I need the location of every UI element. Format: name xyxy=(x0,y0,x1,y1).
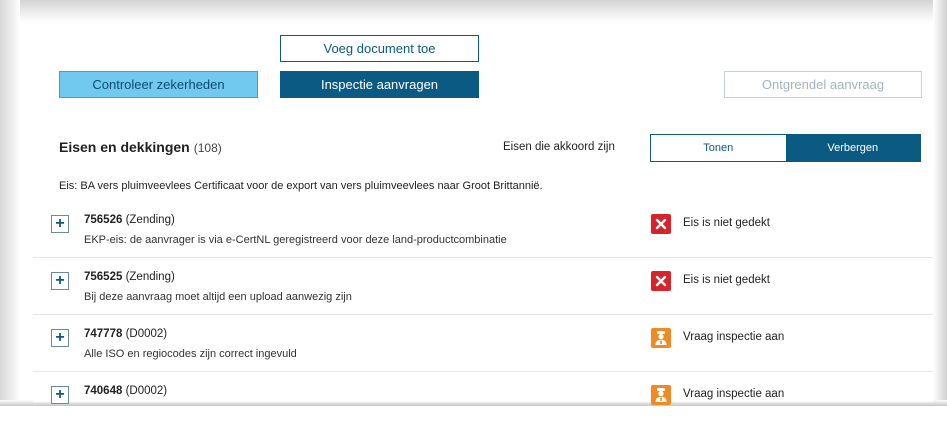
inspector-icon xyxy=(651,385,671,405)
request-inspection-button[interactable]: Inspectie aanvragen xyxy=(280,71,479,98)
expand-plus-icon[interactable]: + xyxy=(51,272,69,290)
requirement-id-line: 756525 (Zending) xyxy=(84,271,175,283)
approved-requirements-label: Eisen die akkoord zijn xyxy=(503,141,615,153)
expand-plus-icon[interactable]: + xyxy=(51,215,69,233)
window-shadow-top xyxy=(0,0,947,22)
requirement-id: 740648 xyxy=(84,385,123,397)
check-certainties-button[interactable]: Controleer zekerheden xyxy=(59,71,258,98)
requirement-row: + 756525 (Zending) Bij deze aanvraag moe… xyxy=(33,258,933,315)
unlock-request-button[interactable]: Ontgrendel aanvraag xyxy=(724,71,922,98)
section-title-text: Eisen en dekkingen xyxy=(59,139,190,155)
expand-plus-icon[interactable]: + xyxy=(51,386,69,404)
requirement-row: + 756526 (Zending) EKP-eis: de aanvrager… xyxy=(33,201,933,258)
requirements-panel: Voeg document toe Controleer zekerheden … xyxy=(33,24,933,405)
toggle-hide-button[interactable]: Verbergen xyxy=(785,135,920,161)
requirement-type: (D0002) xyxy=(125,385,168,397)
requirement-row: + 747778 (D0002) Alle ISO en regiocodes … xyxy=(33,315,933,372)
requirements-list: + 756526 (Zending) EKP-eis: de aanvrager… xyxy=(33,201,933,428)
requirement-type: (D0002) xyxy=(125,328,168,340)
requirement-row-description: Bij deze aanvraag moet altijd een upload… xyxy=(84,291,352,303)
requirement-id-line: 756526 (Zending) xyxy=(84,214,175,226)
requirement-id: 756526 xyxy=(84,214,123,226)
requirements-count: (108) xyxy=(193,141,222,155)
approved-requirements-toggle: Tonen Verbergen xyxy=(650,134,921,162)
inspector-icon xyxy=(651,328,671,348)
status-text: Eis is niet gedekt xyxy=(683,217,770,229)
window-shadow-right xyxy=(933,0,947,406)
section-title: Eisen en dekkingen (108) xyxy=(59,139,222,155)
status-text: Vraag inspectie aan xyxy=(683,388,785,400)
requirement-id-line: 747778 (D0002) xyxy=(84,328,167,340)
window-shadow-left xyxy=(0,0,20,406)
add-document-button[interactable]: Voeg document toe xyxy=(280,35,479,62)
status-text: Eis is niet gedekt xyxy=(683,274,770,286)
toggle-show-button[interactable]: Tonen xyxy=(651,135,786,161)
requirement-id: 747778 xyxy=(84,328,123,340)
requirement-row-description: Alle ISO en regiocodes zijn correct inge… xyxy=(84,348,297,360)
requirement-id-line: 740648 (D0002) xyxy=(84,385,167,397)
requirement-row: + 740648 (D0002) Vraag inspectie aan xyxy=(33,372,933,428)
requirement-row-description: EKP-eis: de aanvrager is via e-CertNL ge… xyxy=(84,234,507,246)
requirement-type: (Zending) xyxy=(125,271,175,283)
requirement-type: (Zending) xyxy=(125,214,175,226)
expand-plus-icon[interactable]: + xyxy=(51,329,69,347)
status-text: Vraag inspectie aan xyxy=(683,331,785,343)
close-icon xyxy=(651,271,671,291)
close-icon xyxy=(651,214,671,234)
requirement-id: 756525 xyxy=(84,271,123,283)
requirement-description: Eis: BA vers pluimveevlees Certificaat v… xyxy=(59,180,543,192)
